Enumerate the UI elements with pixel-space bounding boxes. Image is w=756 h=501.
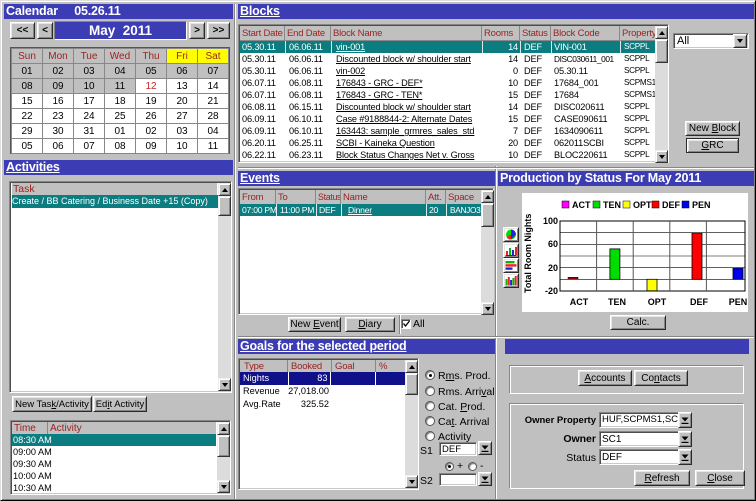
svg-text:DEF: DEF bbox=[662, 200, 681, 210]
svg-text:-20: -20 bbox=[545, 286, 558, 296]
svg-text:PEN: PEN bbox=[729, 297, 748, 307]
svg-text:OPT: OPT bbox=[633, 200, 652, 210]
svg-text:DEF: DEF bbox=[690, 297, 709, 307]
svg-text:60: 60 bbox=[548, 239, 558, 249]
svg-text:PEN: PEN bbox=[692, 200, 711, 210]
svg-text:100: 100 bbox=[543, 216, 558, 226]
svg-text:TEN: TEN bbox=[608, 297, 626, 307]
svg-text:TEN: TEN bbox=[603, 200, 621, 210]
svg-text:OPT: OPT bbox=[648, 297, 667, 307]
svg-text:Total Room Nights: Total Room Nights bbox=[523, 214, 533, 293]
svg-text:ACT: ACT bbox=[570, 297, 589, 307]
svg-text:ACT: ACT bbox=[572, 200, 591, 210]
svg-text:20: 20 bbox=[548, 263, 558, 273]
